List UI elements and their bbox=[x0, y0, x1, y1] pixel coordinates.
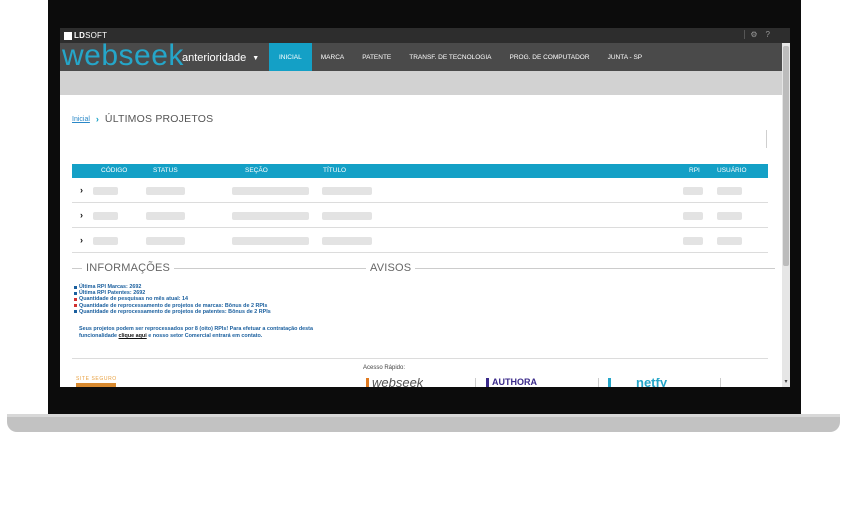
netfy-mark-icon bbox=[608, 378, 611, 387]
quick-link-separator bbox=[598, 378, 599, 387]
col-rpi[interactable]: RPI bbox=[689, 167, 700, 174]
cell-placeholder bbox=[93, 187, 118, 195]
informacoes-title: INFORMAÇÕES bbox=[86, 262, 171, 274]
expand-row-icon[interactable]: › bbox=[80, 235, 83, 245]
info-item: Quantidade de reprocessamento de projeto… bbox=[74, 309, 374, 315]
breadcrumb-home-link[interactable]: Inicial bbox=[72, 116, 90, 123]
cell-placeholder bbox=[717, 237, 742, 245]
cell-placeholder bbox=[232, 237, 309, 245]
bullet-icon bbox=[74, 304, 77, 308]
section-rule bbox=[174, 267, 360, 269]
bullet-icon bbox=[74, 298, 77, 301]
section-rule bbox=[72, 267, 82, 269]
menu: INICIAL MARCA PATENTE TRANSF. DE TECNOLO… bbox=[269, 43, 652, 75]
col-status[interactable]: STATUS bbox=[153, 167, 178, 174]
cell-placeholder bbox=[146, 237, 185, 245]
menu-item-transf-tecnologia[interactable]: TRANSF. DE TECNOLOGIA bbox=[400, 43, 500, 71]
section-rule bbox=[415, 267, 776, 269]
toolbar-divider bbox=[766, 130, 767, 148]
app-screen: LDSOFT ⚙ ? webseek anterioridade ▼ INICI… bbox=[60, 28, 790, 387]
main-nav: webseek anterioridade ▼ INICIAL MARCA PA… bbox=[60, 39, 790, 75]
cell-placeholder bbox=[322, 187, 372, 195]
avisos-title: AVISOS bbox=[370, 262, 412, 274]
sub-bar bbox=[60, 71, 782, 95]
site-seguro-label: SITE SEGURO bbox=[76, 376, 117, 382]
informacoes-header: INFORMAÇÕES bbox=[72, 262, 360, 274]
menu-item-prog-computador[interactable]: PROG. DE COMPUTADOR bbox=[501, 43, 599, 71]
table-row[interactable]: › bbox=[72, 178, 768, 203]
quick-link-text: AUTHORA bbox=[492, 378, 537, 387]
webseek-mark-icon bbox=[366, 378, 369, 387]
cell-placeholder bbox=[93, 212, 118, 220]
quick-link-authora[interactable]: AUTHORA bbox=[486, 378, 537, 387]
laptop-base-lip bbox=[7, 414, 840, 417]
table-row[interactable]: › bbox=[72, 203, 768, 228]
bullet-icon bbox=[74, 285, 77, 289]
section-rule bbox=[356, 267, 366, 269]
product-selector[interactable]: anterioridade ▼ bbox=[182, 52, 259, 64]
help-icon[interactable]: ? bbox=[766, 30, 770, 39]
cell-placeholder bbox=[232, 187, 309, 195]
expand-row-icon[interactable]: › bbox=[80, 185, 83, 195]
menu-item-junta-sp[interactable]: JUNTA - SP bbox=[599, 43, 652, 71]
cell-placeholder bbox=[322, 212, 372, 220]
quick-access-label: Acesso Rápido: bbox=[363, 365, 406, 371]
col-usuario[interactable]: USUÁRIO bbox=[717, 167, 747, 174]
cell-placeholder bbox=[717, 212, 742, 220]
cell-placeholder bbox=[232, 212, 309, 220]
cell-placeholder bbox=[146, 212, 185, 220]
menu-item-marca[interactable]: MARCA bbox=[312, 43, 353, 71]
cell-placeholder bbox=[683, 237, 703, 245]
webseek-logo[interactable]: webseek bbox=[62, 39, 184, 73]
quick-link-separator bbox=[720, 378, 721, 387]
info-text: Quantidade de reprocessamento de projeto… bbox=[79, 308, 271, 315]
footer-divider bbox=[72, 358, 768, 359]
security-seal-icon bbox=[76, 383, 116, 387]
note-text: e nosso setor Comercial entrará em conta… bbox=[146, 333, 263, 339]
caret-down-icon: ▼ bbox=[252, 54, 260, 62]
col-codigo[interactable]: CÓDIGO bbox=[101, 167, 127, 174]
quick-link-text: netfy bbox=[636, 378, 668, 387]
authora-mark-icon bbox=[486, 378, 489, 387]
col-secao[interactable]: SEÇÃO bbox=[245, 167, 268, 174]
bullet-icon bbox=[74, 291, 77, 295]
contract-link[interactable]: clique aqui bbox=[119, 333, 147, 339]
scrollbar-thumb[interactable] bbox=[783, 46, 789, 266]
table-row[interactable]: › bbox=[72, 228, 768, 253]
reprocess-note: Seus projetos podem ser reprocessados po… bbox=[79, 326, 339, 340]
quick-link-netfy[interactable]: netfy bbox=[608, 378, 667, 387]
top-icons: ⚙ ? bbox=[744, 30, 770, 39]
quick-link-separator bbox=[475, 378, 476, 387]
cell-placeholder bbox=[93, 237, 118, 245]
cell-placeholder bbox=[322, 237, 372, 245]
avisos-header: AVISOS bbox=[356, 262, 776, 274]
menu-item-inicial[interactable]: INICIAL bbox=[269, 43, 312, 75]
cell-placeholder bbox=[146, 187, 185, 195]
bullet-icon bbox=[74, 310, 77, 314]
projects-table-header: CÓDIGO STATUS SEÇÃO TÍTULO RPI USUÁRIO bbox=[72, 164, 768, 178]
scroll-down-icon[interactable]: ▾ bbox=[782, 378, 790, 386]
expand-row-icon[interactable]: › bbox=[80, 210, 83, 220]
breadcrumb: Inicial › ÚLTIMOS PROJETOS bbox=[72, 113, 213, 125]
info-list: Última RPI Marcas: 2692 Última RPI Paten… bbox=[74, 284, 374, 315]
product-name: anterioridade bbox=[182, 52, 247, 64]
gear-icon[interactable]: ⚙ bbox=[750, 30, 757, 39]
quick-link-text: webseek bbox=[372, 378, 424, 387]
menu-item-patente[interactable]: PATENTE bbox=[353, 43, 400, 71]
cell-placeholder bbox=[683, 187, 703, 195]
breadcrumb-separator-icon: › bbox=[95, 114, 99, 124]
cell-placeholder bbox=[683, 212, 703, 220]
cell-placeholder bbox=[717, 187, 742, 195]
quick-link-webseek[interactable]: webseek bbox=[366, 378, 423, 387]
page-title: ÚLTIMOS PROJETOS bbox=[104, 113, 214, 125]
col-titulo[interactable]: TÍTULO bbox=[323, 167, 346, 174]
